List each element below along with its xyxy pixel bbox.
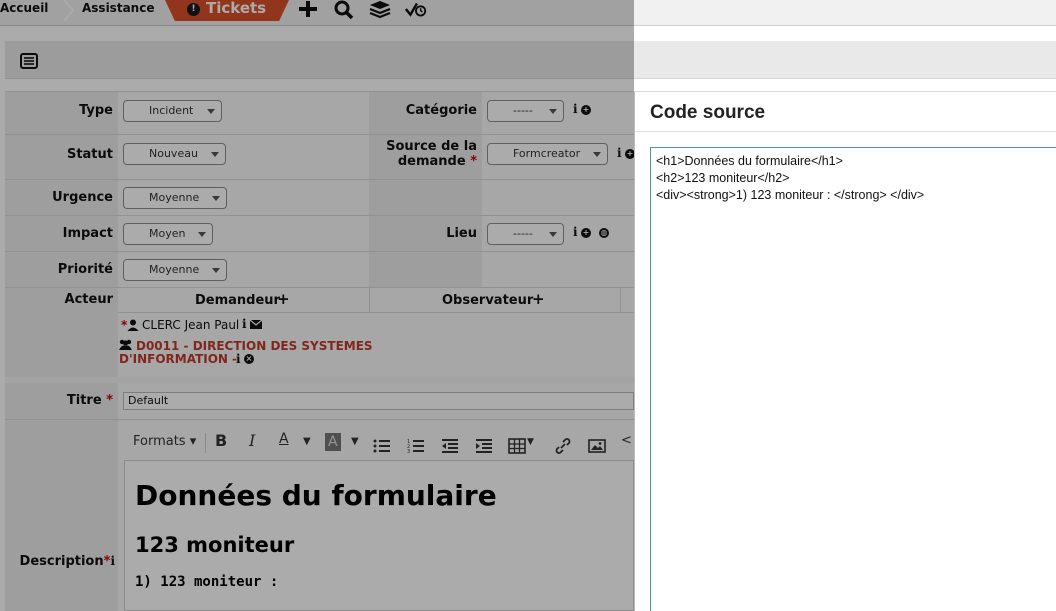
modal-backdrop[interactable] (0, 0, 634, 611)
dialog-title: Code source (650, 102, 766, 123)
source-code-dialog: Code source <h1>Données du formulaire</h… (634, 92, 1056, 611)
source-code-textarea[interactable]: <h1>Données du formulaire</h1> <h2>123 m… (650, 147, 1056, 611)
dialog-divider (635, 131, 1056, 132)
